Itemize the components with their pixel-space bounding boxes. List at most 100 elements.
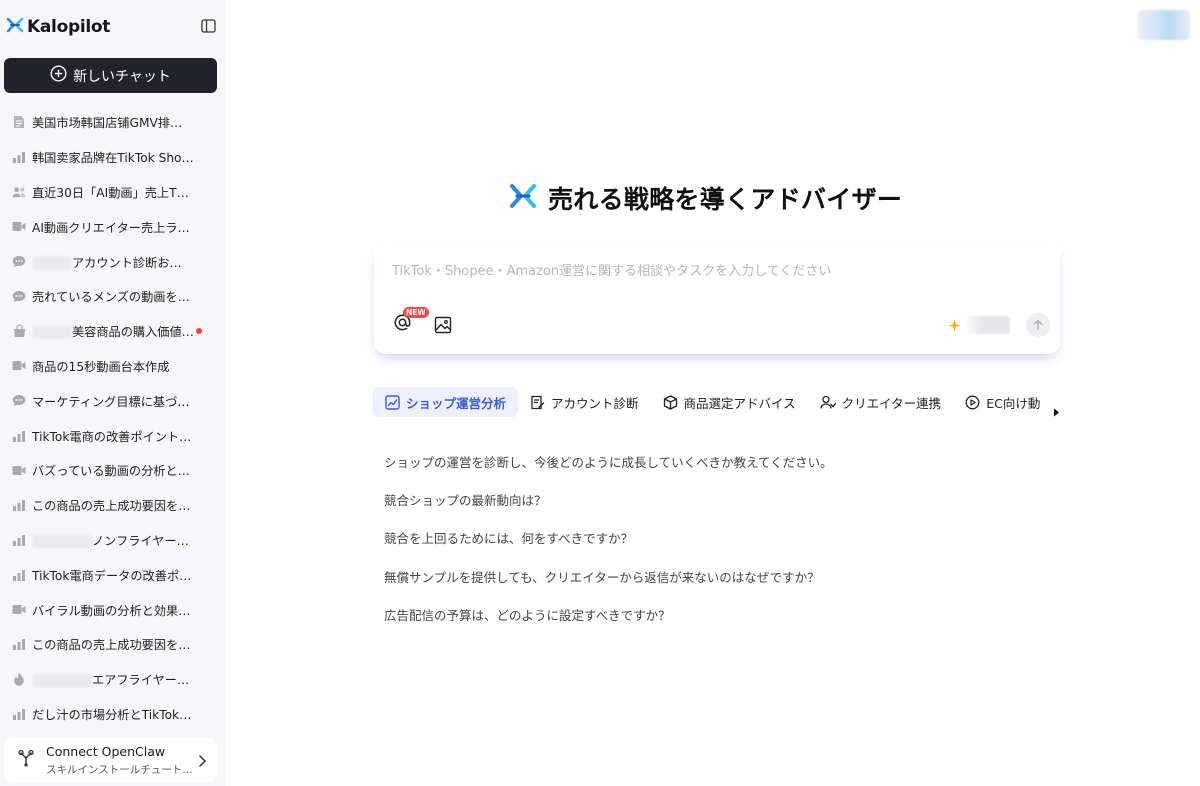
tab-1[interactable]: ショップ運営分析 bbox=[373, 387, 519, 417]
history-item[interactable]: AI動画クリエイター売上ラ… bbox=[0, 209, 226, 244]
kalopilot-logo-icon bbox=[6, 16, 24, 38]
bar-chart-icon bbox=[12, 568, 26, 582]
history-item[interactable]: バイラル動画の分析と効果… bbox=[0, 592, 226, 627]
chat-bubble-icon bbox=[12, 394, 26, 408]
history-item-text: この商品の売上成功要因を… bbox=[32, 499, 191, 514]
tab-3[interactable]: 商品選定アドバイス bbox=[651, 387, 808, 417]
history-item-text: ノンフライヤー… bbox=[92, 533, 189, 548]
history-item[interactable]: この商品の売上成功要因を… bbox=[0, 627, 226, 662]
suggested-prompt[interactable]: 競合ショップの最新動向は？ bbox=[384, 490, 1044, 528]
bar-chart-icon bbox=[12, 707, 26, 721]
history-item-text: バイラル動画の分析と効果… bbox=[32, 603, 191, 618]
history-item-title: 商品の15秒動画台本作成 bbox=[32, 357, 194, 375]
history-item-text: 美容商品の購入価値… bbox=[72, 325, 194, 340]
video-icon bbox=[12, 359, 26, 373]
brand[interactable]: Kalopilot bbox=[6, 14, 110, 40]
history-item[interactable]: エアフライヤー… bbox=[0, 662, 226, 697]
history-item[interactable]: 韩国卖家品牌在TikTok Sho… bbox=[0, 140, 226, 175]
history-item[interactable]: 美国市场韩国店铺GMV排名… bbox=[0, 105, 226, 140]
chat-bubble-icon bbox=[12, 255, 26, 269]
chat-bubble-icon bbox=[12, 289, 26, 303]
suggested-prompt[interactable]: 広告配信の予算は、どのように設定すべきですか？ bbox=[384, 605, 1044, 643]
history-item[interactable]: ノンフライヤー… bbox=[0, 523, 226, 558]
history-item-text: 韩国卖家品牌在TikTok Sho… bbox=[32, 151, 194, 166]
suggested-prompt[interactable]: 競合を上回るためには、何をすべきですか？ bbox=[384, 528, 1044, 566]
history-item-title: 韩国卖家品牌在TikTok Sho… bbox=[32, 148, 194, 166]
bar-chart-icon bbox=[12, 533, 26, 547]
history-item-title: 美国市场韩国店铺GMV排名… bbox=[32, 113, 194, 131]
history-item-title: 美容商品の購入価値… bbox=[32, 322, 194, 340]
bar-chart-icon bbox=[12, 150, 26, 164]
chevron-right-icon bbox=[197, 753, 207, 772]
send-button[interactable] bbox=[1026, 313, 1050, 337]
sidebar-toggle-icon bbox=[200, 18, 216, 37]
plus-circle-icon bbox=[50, 65, 67, 86]
openclaw-icon bbox=[16, 748, 36, 772]
history-item-title: バイラル動画の分析と効果… bbox=[32, 601, 194, 619]
history-item[interactable]: TikTok電商の改善ポイント… bbox=[0, 418, 226, 453]
history-item-title: ノンフライヤー… bbox=[32, 531, 194, 549]
tab-5[interactable]: EC向け動 bbox=[953, 387, 1052, 417]
history-item-title: この商品の売上成功要因を… bbox=[32, 635, 194, 653]
bar-chart-icon bbox=[12, 498, 26, 512]
history-item-text: バズっている動画の分析と… bbox=[32, 464, 190, 479]
connect-subtitle: スキルインストールチュートリアル bbox=[46, 763, 196, 776]
unread-dot bbox=[196, 327, 202, 334]
tab-label: 商品選定アドバイス bbox=[683, 395, 796, 411]
kalopilot-mark-icon bbox=[508, 181, 538, 215]
history-item-title: TikTok電商の改善ポイント… bbox=[32, 427, 194, 445]
history-item-text: 商品の15秒動画台本作成 bbox=[32, 359, 170, 374]
history-item[interactable]: 美容商品の購入価値… bbox=[0, 314, 226, 349]
history-item-text: 直近30日「AI動画」売上TO… bbox=[32, 185, 194, 200]
image-upload-button[interactable] bbox=[434, 316, 452, 334]
page-title: 売れる戦略を導くアドバイザー bbox=[548, 185, 903, 214]
account-doc-icon bbox=[530, 395, 545, 410]
connect-title: Connect OpenClaw bbox=[46, 743, 166, 759]
model-selector[interactable] bbox=[964, 316, 1010, 334]
history-item[interactable]: だし汁の市場分析とTikTok… bbox=[0, 697, 226, 732]
history-item[interactable]: TikTok電商データの改善ポ… bbox=[0, 557, 226, 592]
history-item[interactable]: バズっている動画の分析と… bbox=[0, 453, 226, 488]
suggested-prompt[interactable]: 無償サンプルを提供しても、クリエイターから返信が来ないのはなぜですか？ bbox=[384, 567, 1044, 605]
video-icon bbox=[12, 220, 26, 234]
bar-chart-icon bbox=[12, 429, 26, 443]
history-item-title: TikTok電商データの改善ポ… bbox=[32, 566, 194, 584]
tab-4[interactable]: クリエイター連携 bbox=[808, 387, 954, 417]
tab-label: クリエイター連携 bbox=[841, 395, 942, 411]
history-item[interactable]: 商品の15秒動画台本作成 bbox=[0, 349, 226, 384]
hero: 売れる戦略を導くアドバイザー bbox=[508, 178, 902, 218]
history-item[interactable]: マーケティング目標に基づ… bbox=[0, 383, 226, 418]
fire-icon bbox=[12, 672, 26, 686]
history-item-text: アカウント診断お… bbox=[72, 255, 182, 270]
history-item[interactable]: この商品の売上成功要因を… bbox=[0, 488, 226, 523]
user-avatar[interactable] bbox=[1138, 10, 1190, 40]
collapse-sidebar-button[interactable] bbox=[198, 17, 218, 37]
new-badge: NEW bbox=[403, 307, 429, 318]
tabs-scroll-right-icon[interactable] bbox=[1053, 402, 1060, 421]
history-item-text: 売れているメンズの動画を3… bbox=[32, 290, 194, 305]
suggested-prompt[interactable]: ショップの運営を診断し、今後どのように成長していくべきか教えてください。 bbox=[384, 452, 1044, 490]
sidebar: Kalopilot 新しいチャット 美国市场韩国店铺GMV排名… 韩国卖家品牌在T… bbox=[0, 0, 226, 786]
history-item-title: 直近30日「AI動画」売上TO… bbox=[32, 183, 194, 201]
feature-tabs: ショップ運営分析 アカウント診断 商品選定アドバイス クリエイター連携 EC向け動 bbox=[373, 387, 1057, 417]
tab-2[interactable]: アカウント診断 bbox=[518, 387, 651, 417]
prompt-input[interactable] bbox=[392, 260, 1032, 282]
redacted-text bbox=[32, 256, 72, 270]
history-item-title: エアフライヤー… bbox=[32, 670, 194, 688]
chat-history-list: 美国市场韩国店铺GMV排名… 韩国卖家品牌在TikTok Sho… 直近30日「AI… bbox=[0, 105, 226, 731]
history-item[interactable]: アカウント診断お… bbox=[0, 244, 226, 279]
history-item[interactable]: 直近30日「AI動画」売上TO… bbox=[0, 175, 226, 210]
history-item-text: TikTok電商データの改善ポ… bbox=[32, 568, 192, 583]
connect-openclaw-card[interactable]: Connect OpenClaw スキルインストールチュートリアル bbox=[4, 738, 217, 782]
creator-icon bbox=[820, 395, 836, 410]
new-chat-button[interactable]: 新しいチャット bbox=[4, 58, 217, 93]
history-item[interactable]: 売れているメンズの動画を3… bbox=[0, 279, 226, 314]
users-icon bbox=[12, 185, 26, 199]
bar-chart-icon bbox=[12, 637, 26, 651]
box-icon bbox=[663, 394, 678, 410]
history-item-title: 売れているメンズの動画を3… bbox=[32, 287, 194, 305]
document-icon bbox=[12, 115, 26, 129]
history-item-text: だし汁の市場分析とTikTok… bbox=[32, 707, 192, 722]
history-item-title: この商品の売上成功要因を… bbox=[32, 496, 194, 514]
sparkle-icon bbox=[948, 317, 961, 336]
